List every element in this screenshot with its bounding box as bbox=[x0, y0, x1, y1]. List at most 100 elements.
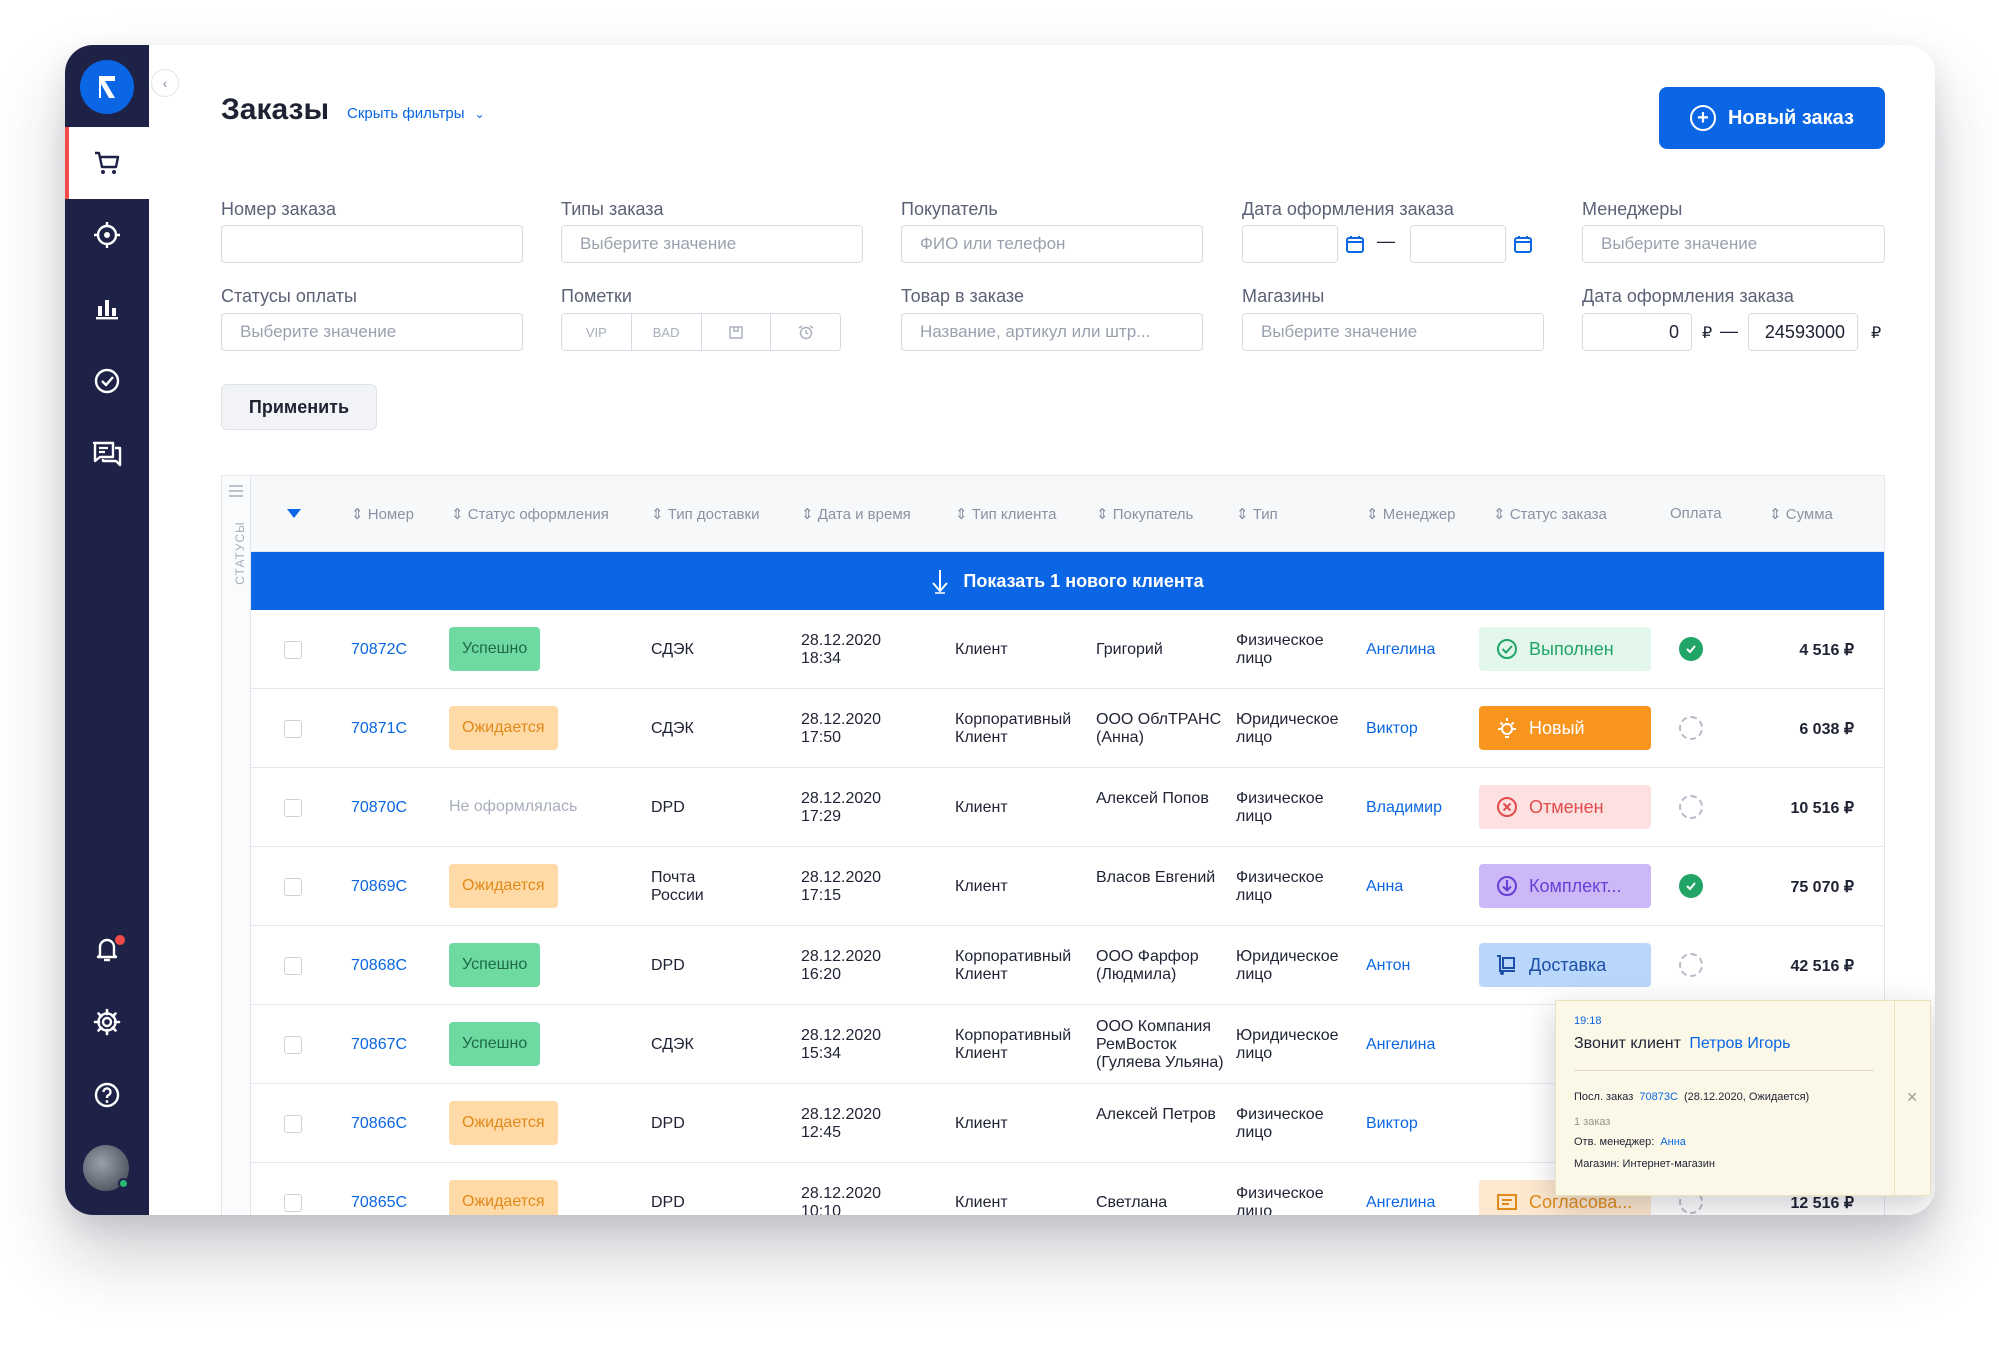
tag-alarm[interactable] bbox=[771, 314, 840, 350]
sort-triangle-icon[interactable] bbox=[287, 509, 301, 518]
row-checkbox[interactable] bbox=[284, 957, 302, 975]
sidebar-item-notifications[interactable] bbox=[65, 913, 149, 985]
manager-link[interactable]: Виктор bbox=[1366, 720, 1418, 738]
order-number-link[interactable]: 70871C bbox=[351, 720, 407, 738]
collapse-sidebar-button[interactable]: ‹ bbox=[151, 69, 179, 97]
order-status-badge[interactable]: Выполнен bbox=[1479, 627, 1651, 671]
order-number-link[interactable]: 70870C bbox=[351, 799, 407, 817]
product-input[interactable]: Название, артикул или штр... bbox=[901, 313, 1203, 351]
manager-link[interactable]: Антон bbox=[1366, 957, 1410, 975]
check-circle-icon bbox=[1495, 637, 1519, 661]
sidebar-item-analytics[interactable] bbox=[65, 272, 149, 344]
table-row[interactable]: 70871C Ожидается СДЭК 28.12.2020 17:50 Корпор… bbox=[251, 689, 1884, 768]
date-from-input[interactable] bbox=[1242, 225, 1338, 263]
manager-link[interactable]: Анна bbox=[1660, 1136, 1686, 1148]
row-checkbox[interactable] bbox=[284, 1036, 302, 1054]
calendar-icon[interactable] bbox=[1345, 234, 1365, 254]
last-order-link[interactable]: 70873C bbox=[1639, 1091, 1678, 1103]
new-client-label: Показать 1 нового клиента bbox=[963, 570, 1204, 591]
order-types-select[interactable]: Выберите значение bbox=[561, 225, 863, 263]
shops-select[interactable]: Выберите значение bbox=[1242, 313, 1544, 351]
date-range-dash: — bbox=[1377, 231, 1395, 251]
paid-check-icon bbox=[1679, 874, 1703, 898]
statuses-panel[interactable]: СТАТУСЫ bbox=[222, 476, 251, 1215]
product-label: Товар в заказе bbox=[901, 286, 1024, 306]
table-row[interactable]: 70868C Успешно DPD 28.12.2020 16:20 Корпорати… bbox=[251, 926, 1884, 1005]
th-number[interactable]: ⇕ Номер bbox=[351, 505, 414, 523]
row-checkbox[interactable] bbox=[284, 720, 302, 738]
order-status-badge[interactable]: Доставка bbox=[1479, 943, 1651, 987]
order-number-link[interactable]: 70872C bbox=[351, 641, 407, 659]
th-type[interactable]: ⇕ Тип bbox=[1236, 505, 1278, 523]
th-order-status[interactable]: ⇕ Статус заказа bbox=[1493, 505, 1607, 523]
payment-pending-icon bbox=[1679, 953, 1703, 977]
row-checkbox[interactable] bbox=[284, 878, 302, 896]
th-sum[interactable]: ⇕ Сумма bbox=[1769, 505, 1833, 523]
order-time: 16:20 bbox=[801, 966, 842, 983]
incoming-call-popup: 19:18 Звонит клиент Петров Игорь Посл. з… bbox=[1555, 1000, 1931, 1197]
delivery-type: DPD bbox=[651, 1115, 685, 1132]
managers-select[interactable]: Выберите значение bbox=[1582, 225, 1885, 263]
order-number-link[interactable]: 70868C bbox=[351, 957, 407, 975]
logo[interactable] bbox=[80, 60, 134, 114]
apply-button[interactable]: Применить bbox=[221, 384, 377, 430]
order-time: 17:50 bbox=[801, 729, 842, 746]
row-checkbox[interactable] bbox=[284, 641, 302, 659]
order-status-badge[interactable]: Новый bbox=[1479, 706, 1651, 750]
pay-status-select[interactable]: Выберите значение bbox=[221, 313, 523, 351]
sidebar-item-tasks[interactable] bbox=[65, 345, 149, 417]
currency-label: ₽ bbox=[1871, 325, 1882, 342]
manager-link[interactable]: Анна bbox=[1366, 878, 1403, 896]
th-delivery[interactable]: ⇕ Тип доставки bbox=[651, 505, 759, 523]
order-number-link[interactable]: 70865C bbox=[351, 1194, 407, 1212]
order-status-label: Отменен bbox=[1529, 796, 1604, 817]
date-to-input[interactable] bbox=[1410, 225, 1506, 263]
table-row[interactable]: 70870C Не оформлялась DPD 28.12.2020 17:29 Кл… bbox=[251, 768, 1884, 847]
new-order-button[interactable]: + Новый заказ bbox=[1659, 87, 1885, 149]
manager-link[interactable]: Ангелина bbox=[1366, 641, 1435, 659]
sidebar-item-help[interactable] bbox=[65, 1059, 149, 1131]
order-number-input[interactable] bbox=[221, 225, 523, 263]
tag-box[interactable] bbox=[702, 314, 772, 350]
sidebar-item-tracking[interactable] bbox=[65, 199, 149, 271]
order-datetime: 28.12.2020 17:15 bbox=[801, 869, 881, 905]
order-number-link[interactable]: 70866C bbox=[351, 1115, 407, 1133]
delivery-type: СДЭК bbox=[651, 641, 694, 658]
order-status-badge[interactable]: Отменен bbox=[1479, 785, 1651, 829]
row-checkbox[interactable] bbox=[284, 1194, 302, 1212]
th-buyer[interactable]: ⇕ Покупатель bbox=[1096, 505, 1193, 523]
th-manager[interactable]: ⇕ Менеджер bbox=[1366, 505, 1456, 523]
order-number-link[interactable]: 70867C bbox=[351, 1036, 407, 1054]
th-reg-status[interactable]: ⇕ Статус оформления bbox=[451, 505, 609, 523]
row-checkbox[interactable] bbox=[284, 1115, 302, 1133]
amount-to-input[interactable]: 24593000 bbox=[1748, 313, 1858, 351]
alarm-clock-icon bbox=[798, 325, 814, 340]
calendar-icon[interactable] bbox=[1513, 234, 1533, 254]
sidebar-item-settings[interactable] bbox=[65, 986, 149, 1058]
order-status-badge[interactable]: Комплект... bbox=[1479, 864, 1651, 908]
show-new-client-bar[interactable]: Показать 1 нового клиента bbox=[251, 552, 1884, 610]
hide-filters-link[interactable]: Скрыть фильтры ⌄ bbox=[347, 105, 485, 122]
th-payment[interactable]: Оплата bbox=[1670, 505, 1722, 522]
table-row[interactable]: 70872C Успешно СДЭК 28.12.2020 18:34 Клиент Гр… bbox=[251, 610, 1884, 689]
order-number-link[interactable]: 70869C bbox=[351, 878, 407, 896]
amount-from-input[interactable]: 0 bbox=[1582, 313, 1692, 351]
popup-client-link[interactable]: Петров Игорь bbox=[1689, 1035, 1790, 1052]
gear-icon bbox=[93, 1008, 121, 1036]
manager-link[interactable]: Владимир bbox=[1366, 799, 1442, 817]
tag-vip[interactable]: VIP bbox=[562, 314, 632, 350]
row-checkbox[interactable] bbox=[284, 799, 302, 817]
question-icon bbox=[94, 1082, 120, 1108]
tag-bad[interactable]: BAD bbox=[632, 314, 702, 350]
manager-link[interactable]: Ангелина bbox=[1366, 1194, 1435, 1212]
th-client-type[interactable]: ⇕ Тип клиента bbox=[955, 505, 1056, 523]
manager-link[interactable]: Ангелина bbox=[1366, 1036, 1435, 1054]
sidebar-item-chats[interactable] bbox=[65, 418, 149, 490]
table-row[interactable]: 70869C Ожидается Почта России 28.12.2020 17:… bbox=[251, 847, 1884, 926]
th-datetime[interactable]: ⇕ Дата и время bbox=[801, 505, 911, 523]
manager-link[interactable]: Виктор bbox=[1366, 1115, 1418, 1133]
close-icon[interactable]: ✕ bbox=[1906, 1089, 1918, 1106]
buyer-input[interactable]: ФИО или телефон bbox=[901, 225, 1203, 263]
x-circle-icon bbox=[1495, 795, 1519, 819]
sidebar-item-orders[interactable] bbox=[65, 127, 149, 199]
